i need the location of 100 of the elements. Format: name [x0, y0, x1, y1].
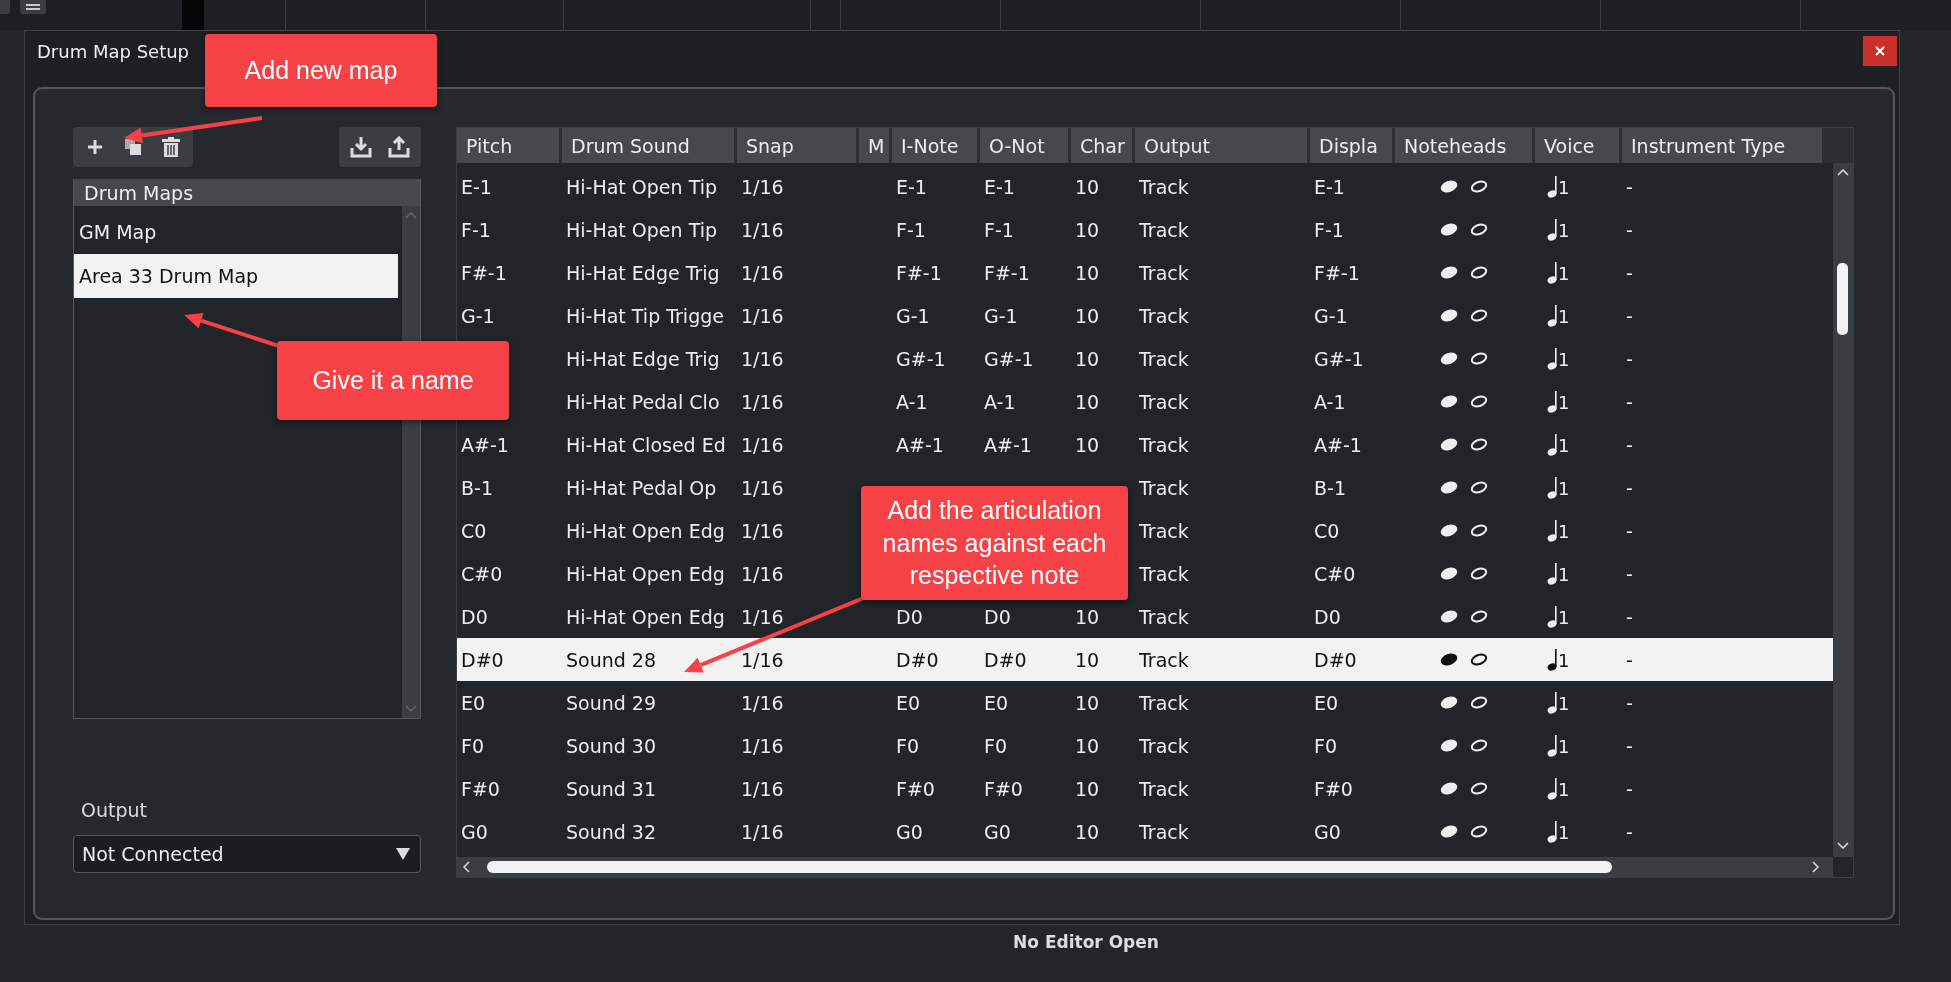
quarter-note-icon: [1547, 390, 1558, 413]
table-cell: D#0: [984, 648, 1027, 671]
list-button[interactable]: [20, 0, 46, 14]
upload-icon: [388, 136, 410, 158]
table-cell: -: [1626, 261, 1633, 284]
column-header[interactable]: Snap: [737, 128, 856, 163]
column-header[interactable]: Noteheads: [1395, 128, 1532, 163]
table-cell: F#-1: [896, 261, 942, 284]
filled-notehead-icon: [1440, 309, 1458, 322]
table-cell: 10: [1075, 261, 1100, 284]
callout: Give it a name: [277, 341, 509, 420]
table-cell: F#-1: [1314, 261, 1360, 284]
quarter-note-icon: [1547, 562, 1558, 585]
column-header[interactable]: I-Note: [892, 128, 977, 163]
filled-notehead-icon: [1440, 610, 1458, 623]
table-cell: Hi-Hat Pedal Clo: [566, 390, 720, 413]
table-cell: 10: [1075, 605, 1100, 628]
table-cell: -: [1626, 304, 1633, 327]
column-header[interactable]: O-Not: [980, 128, 1068, 163]
table-cell: 10: [1075, 691, 1100, 714]
table-cell: Track: [1139, 304, 1189, 327]
table-cell: G#-1: [1314, 347, 1364, 370]
vertical-scrollbar[interactable]: [1833, 163, 1853, 857]
voice-number: 1: [1558, 348, 1570, 370]
voice-number: 1: [1558, 219, 1570, 241]
table-cell: 1/16: [741, 476, 784, 499]
table-cell: Track: [1139, 433, 1189, 456]
table-cell: 1/16: [741, 691, 784, 714]
filled-notehead-icon: [1440, 395, 1458, 408]
chevron-right-icon: [1812, 861, 1819, 873]
table-cell: C#0: [461, 562, 503, 585]
table-cell: F0: [896, 734, 920, 757]
column-header[interactable]: Output: [1135, 128, 1307, 163]
table-cell: G0: [1314, 820, 1341, 843]
table-cell: F-1: [1314, 218, 1344, 241]
table-cell: C0: [461, 519, 487, 542]
window-title: Drum Map Setup: [37, 40, 190, 62]
hollow-notehead-icon: [1470, 309, 1488, 322]
table-cell: Track: [1139, 777, 1189, 800]
voice-number: 1: [1558, 821, 1570, 843]
column-header[interactable]: Displa: [1310, 128, 1392, 163]
column-header[interactable]: Pitch: [457, 128, 559, 163]
quarter-note-icon: [1547, 648, 1558, 671]
table-cell: 1/16: [741, 261, 784, 284]
column-header[interactable]: M: [859, 128, 889, 163]
voice-number: 1: [1558, 606, 1570, 628]
filled-notehead-icon: [1440, 352, 1458, 365]
table-cell: F0: [1314, 734, 1338, 757]
table-cell: Hi-Hat Open Edg: [566, 605, 725, 628]
table-cell: A-1: [984, 390, 1016, 413]
table-cell: Track: [1139, 261, 1189, 284]
selected-table-row[interactable]: D#0 Sound 28 1/16 D#0 D#0 10 Track D#0 1 -: [457, 638, 1833, 681]
table-cell: 10: [1075, 304, 1100, 327]
table-cell: 10: [1075, 175, 1100, 198]
table-cell: E0: [1314, 691, 1339, 714]
hollow-notehead-icon: [1470, 782, 1488, 795]
table-cell: G0: [896, 820, 923, 843]
table-cell: 1/16: [741, 390, 784, 413]
hollow-notehead-icon: [1470, 352, 1488, 365]
column-header[interactable]: Voice: [1535, 128, 1619, 163]
chevron-up-icon: [1837, 169, 1849, 176]
table-cell: F#-1: [461, 261, 507, 284]
column-header[interactable]: Drum Sound: [562, 128, 734, 163]
table-cell: Track: [1139, 562, 1189, 585]
list-icon: [26, 3, 40, 11]
drum-map-item[interactable]: GM Map: [74, 210, 398, 254]
filled-notehead-icon: [1440, 653, 1458, 666]
table-cell: -: [1626, 562, 1633, 585]
table-cell: G#-1: [984, 347, 1034, 370]
column-header[interactable]: Instrument Type: [1622, 128, 1822, 163]
table-cell: Sound 29: [566, 691, 657, 714]
table-cell: Hi-Hat Tip Trigge: [566, 304, 724, 327]
hollow-notehead-icon: [1470, 524, 1488, 537]
table-cell: -: [1626, 433, 1633, 456]
table-cell: -: [1626, 734, 1633, 757]
download-icon: [350, 136, 372, 158]
filled-notehead-icon: [1440, 782, 1458, 795]
scroll-thumb[interactable]: [1837, 263, 1848, 335]
close-button[interactable]: [1863, 36, 1897, 66]
filled-notehead-icon: [1440, 825, 1458, 838]
table-cell: A#-1: [984, 433, 1032, 456]
table-cell: F0: [984, 734, 1008, 757]
table-cell: Hi-Hat Edge Trig: [566, 347, 720, 370]
table-cell: Sound 28: [566, 648, 657, 671]
filled-notehead-icon: [1440, 223, 1458, 236]
scroll-thumb[interactable]: [487, 861, 1612, 873]
column-header[interactable]: Char: [1071, 128, 1132, 163]
table-cell: -: [1626, 648, 1633, 671]
table-cell: F-1: [896, 218, 926, 241]
table-cell: D#0: [896, 648, 939, 671]
table-cell: Hi-Hat Open Edg: [566, 519, 725, 542]
table-cell: 1/16: [741, 820, 784, 843]
voice-number: 1: [1558, 262, 1570, 284]
table-cell: E0: [896, 691, 921, 714]
drum-map-item[interactable]: Area 33 Drum Map: [74, 254, 398, 298]
output-dropdown[interactable]: Not Connected: [73, 835, 421, 873]
horizontal-scrollbar[interactable]: [457, 857, 1833, 877]
table-cell: E-1: [461, 175, 492, 198]
table-cell: Hi-Hat Open Tip: [566, 175, 717, 198]
table-cell: 1/16: [741, 175, 784, 198]
